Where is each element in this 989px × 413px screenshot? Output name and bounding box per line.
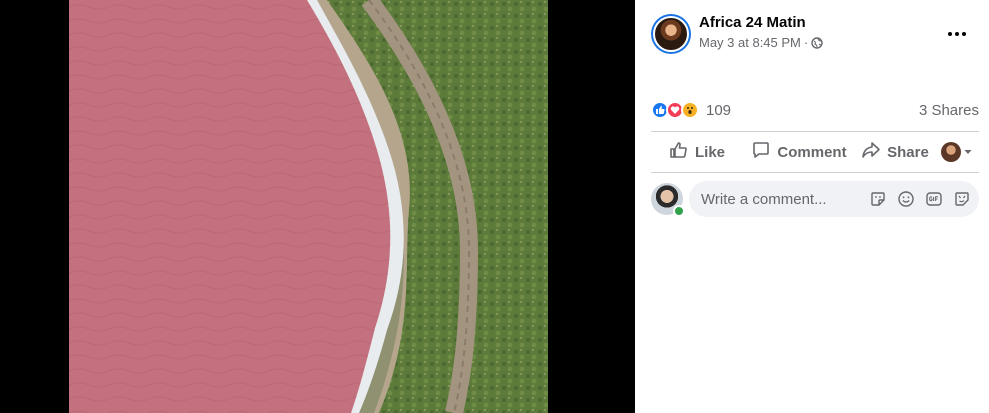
comment-button[interactable]: Comment <box>743 134 855 170</box>
sticker-icon[interactable] <box>869 190 887 208</box>
mini-avatar <box>941 142 961 162</box>
comment-label: Comment <box>777 143 847 161</box>
thumbs-up-icon <box>669 140 689 164</box>
more-options-button[interactable] <box>941 18 973 50</box>
comment-placeholder: Write a comment... <box>701 190 827 208</box>
globe-icon[interactable] <box>811 36 823 49</box>
divider <box>651 131 979 132</box>
like-label: Like <box>694 143 725 161</box>
post-header: Africa 24 Matin May 3 at 8:45 PM · <box>651 14 981 54</box>
share-arrow-icon <box>861 140 881 164</box>
online-status-dot <box>673 205 685 217</box>
page-avatar[interactable] <box>651 14 691 54</box>
comment-tools <box>869 190 971 208</box>
comment-composer: Write a comment... <box>651 181 979 217</box>
comment-input[interactable]: Write a comment... <box>689 181 979 217</box>
react-as-selector[interactable] <box>935 134 979 170</box>
reaction-icons[interactable] <box>651 101 699 119</box>
post-actions: Like Comment Share <box>651 133 979 171</box>
emoji-icon[interactable] <box>897 190 915 208</box>
share-label: Share <box>887 143 929 161</box>
media-viewer <box>0 0 635 413</box>
page-name[interactable]: Africa 24 Matin <box>699 14 806 31</box>
post-date[interactable]: May 3 at 8:45 PM <box>699 35 801 50</box>
avatar-sticker-icon[interactable] <box>953 190 971 208</box>
post-meta: May 3 at 8:45 PM · <box>699 35 823 50</box>
post-panel: Africa 24 Matin May 3 at 8:45 PM · 109 3… <box>635 0 989 413</box>
pink-lake-image <box>69 0 548 413</box>
avatar[interactable] <box>651 183 685 217</box>
like-button[interactable]: Like <box>651 134 743 170</box>
chevron-down-icon <box>963 144 973 161</box>
post-photo[interactable] <box>69 0 548 413</box>
divider <box>651 172 979 173</box>
share-button[interactable]: Share <box>855 134 935 170</box>
reactions-summary: 109 3 Shares <box>651 98 979 122</box>
comment-bubble-icon <box>751 140 771 164</box>
shares-count[interactable]: 3 Shares <box>919 102 979 119</box>
gif-icon[interactable] <box>925 190 943 208</box>
reaction-count[interactable]: 109 <box>706 102 731 119</box>
more-horizontal-icon <box>947 32 968 36</box>
wow-reaction-icon <box>681 101 699 119</box>
meta-separator: · <box>803 35 809 50</box>
